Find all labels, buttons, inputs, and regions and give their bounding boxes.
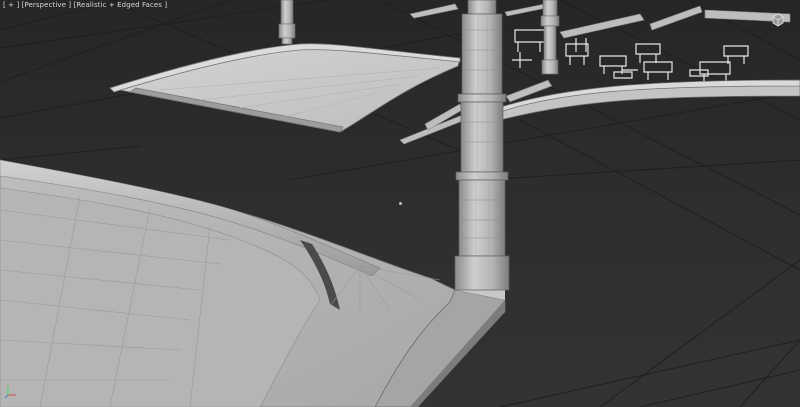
viewport-label: [ + ] [Perspective ] [Realistic + Edged … — [3, 1, 167, 9]
upper-platform — [109, 43, 461, 133]
pillar-main — [454, 0, 510, 291]
viewport-view-menu[interactable]: [Perspective ] — [22, 1, 72, 9]
foreground-slab — [0, 159, 506, 407]
mouse-cursor — [399, 202, 402, 205]
perspective-viewport[interactable]: [ + ] [Perspective ] [Realistic + Edged … — [0, 0, 800, 407]
background-beams — [399, 3, 791, 145]
pillar-upper-left — [278, 0, 296, 45]
pillar-background — [540, 0, 560, 75]
viewcube-icon[interactable] — [770, 12, 786, 28]
axis-tripod-icon — [4, 384, 18, 403]
viewport-plus-menu[interactable]: [ + ] — [3, 1, 19, 9]
viewport-shading-menu[interactable]: [Realistic + Edged Faces ] — [74, 1, 168, 9]
